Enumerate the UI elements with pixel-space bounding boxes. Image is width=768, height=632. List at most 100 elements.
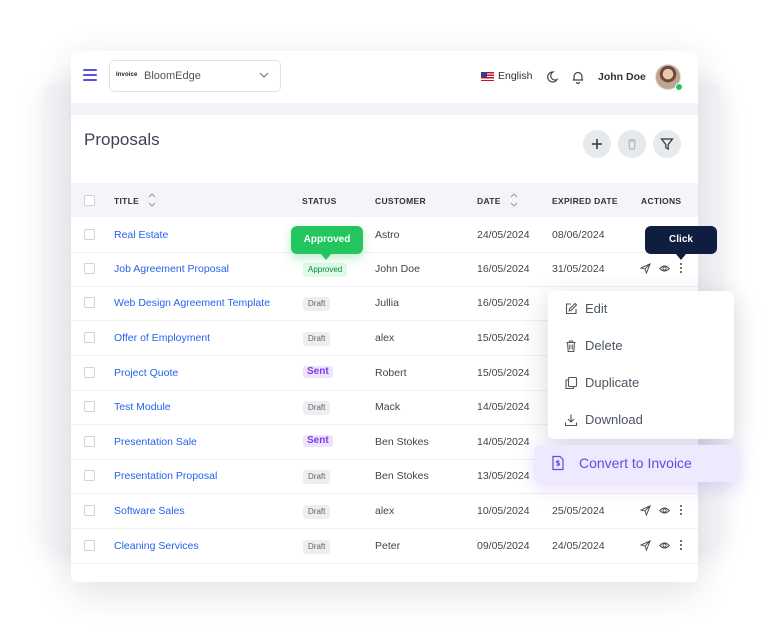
us-flag-icon bbox=[481, 72, 494, 81]
menu-item-duplicate[interactable]: Duplicate bbox=[548, 365, 734, 402]
eye-icon[interactable] bbox=[659, 263, 670, 274]
row-checkbox[interactable] bbox=[84, 470, 95, 481]
edit-icon bbox=[565, 302, 578, 315]
status-badge: Draft bbox=[303, 297, 331, 311]
date-cell: 16/05/2024 bbox=[477, 297, 530, 309]
filter-icon bbox=[660, 138, 674, 151]
customer-cell: Robert bbox=[375, 367, 407, 379]
dark-mode-moon-icon[interactable] bbox=[547, 70, 561, 84]
more-actions-icon[interactable] bbox=[679, 504, 683, 516]
customer-cell: Ben Stokes bbox=[375, 470, 429, 482]
status-badge: Approved bbox=[303, 263, 348, 277]
sort-icon[interactable] bbox=[148, 191, 156, 209]
org-logo: Invoice bbox=[116, 72, 138, 78]
more-actions-icon[interactable] bbox=[679, 539, 683, 551]
menu-item-edit[interactable]: Edit bbox=[548, 291, 734, 328]
menu-item-label: Delete bbox=[585, 338, 623, 353]
trash-icon bbox=[628, 138, 636, 150]
filter-button[interactable] bbox=[653, 130, 681, 158]
add-proposal-button[interactable] bbox=[583, 130, 611, 158]
bell-icon[interactable] bbox=[571, 70, 585, 84]
expired-date-cell: 31/05/2024 bbox=[552, 263, 605, 275]
status-badge: Draft bbox=[303, 505, 331, 519]
row-checkbox[interactable] bbox=[84, 505, 95, 516]
row-checkbox[interactable] bbox=[84, 297, 95, 308]
proposal-title-link[interactable]: Job Agreement Proposal bbox=[114, 263, 229, 275]
customer-cell: Mack bbox=[375, 401, 401, 413]
menu-item-label: Edit bbox=[585, 301, 608, 316]
row-actions-menu: Edit Delete Duplicate Download bbox=[548, 291, 734, 439]
row-checkbox[interactable] bbox=[84, 436, 95, 447]
organization-select[interactable]: Invoice BloomEdge bbox=[109, 60, 281, 92]
date-cell: 24/05/2024 bbox=[477, 229, 530, 241]
proposal-title-link[interactable]: Presentation Proposal bbox=[114, 470, 217, 482]
eye-icon[interactable] bbox=[659, 505, 670, 516]
expired-date-cell: 24/05/2024 bbox=[552, 540, 605, 552]
menu-item-download[interactable]: Download bbox=[548, 402, 734, 439]
send-icon[interactable] bbox=[640, 263, 651, 274]
trash-icon bbox=[566, 340, 576, 353]
column-header-actions: ACTIONS bbox=[641, 196, 682, 206]
column-header-title[interactable]: TITLE bbox=[114, 193, 156, 207]
customer-cell: John Doe bbox=[375, 263, 420, 275]
menu-item-delete[interactable]: Delete bbox=[548, 328, 734, 365]
customer-cell: Ben Stokes bbox=[375, 436, 429, 448]
row-checkbox[interactable] bbox=[84, 229, 95, 240]
date-cell: 16/05/2024 bbox=[477, 263, 530, 275]
send-icon[interactable] bbox=[640, 505, 651, 516]
row-checkbox[interactable] bbox=[84, 367, 95, 378]
table-row: Cleaning Services Draft Peter 09/05/2024… bbox=[71, 529, 698, 564]
proposal-title-link[interactable]: Project Quote bbox=[114, 367, 178, 379]
bulk-delete-button[interactable] bbox=[618, 130, 646, 158]
eye-icon[interactable] bbox=[659, 540, 670, 551]
proposal-title-link[interactable]: Software Sales bbox=[114, 505, 185, 517]
top-bar: Invoice BloomEdge English John Doe bbox=[71, 51, 698, 103]
row-checkbox[interactable] bbox=[84, 263, 95, 274]
column-header-expired-date: EXPIRED DATE bbox=[552, 196, 618, 206]
date-cell: 10/05/2024 bbox=[477, 505, 530, 517]
proposal-title-link[interactable]: Offer of Employment bbox=[114, 332, 210, 344]
duplicate-icon bbox=[565, 376, 578, 390]
proposal-title-link[interactable]: Web Design Agreement Template bbox=[114, 297, 270, 309]
customer-cell: Peter bbox=[375, 540, 401, 552]
column-title-label: TITLE bbox=[114, 196, 140, 206]
date-cell: 15/05/2024 bbox=[477, 367, 530, 379]
status-badge: Draft bbox=[303, 332, 331, 346]
customer-cell: alex bbox=[375, 332, 395, 344]
expired-date-cell: 08/06/2024 bbox=[552, 229, 605, 241]
customer-cell: Astro bbox=[375, 229, 400, 241]
expired-date-cell: 25/05/2024 bbox=[552, 505, 605, 517]
row-checkbox[interactable] bbox=[84, 540, 95, 551]
customer-cell: alex bbox=[375, 505, 395, 517]
row-checkbox[interactable] bbox=[84, 332, 95, 343]
header-divider-band bbox=[71, 103, 698, 115]
select-all-checkbox[interactable] bbox=[84, 195, 95, 206]
customer-cell: Jullia bbox=[375, 297, 399, 309]
proposal-title-link[interactable]: Cleaning Services bbox=[114, 540, 199, 552]
approved-tooltip: Approved bbox=[291, 226, 363, 260]
proposal-title-link[interactable]: Real Estate bbox=[114, 229, 168, 241]
column-header-date[interactable]: DATE bbox=[477, 193, 518, 207]
proposal-title-link[interactable]: Presentation Sale bbox=[114, 436, 197, 448]
proposal-title-link[interactable]: Test Module bbox=[114, 401, 171, 413]
sort-icon[interactable] bbox=[510, 191, 518, 209]
column-header-customer: CUSTOMER bbox=[375, 196, 426, 206]
convert-to-invoice-button[interactable]: Convert to Invoice bbox=[534, 445, 740, 482]
send-icon[interactable] bbox=[640, 540, 651, 551]
row-checkbox[interactable] bbox=[84, 401, 95, 412]
status-badge: Sent bbox=[303, 435, 333, 447]
date-cell: 09/05/2024 bbox=[477, 540, 530, 552]
table-row: Job Agreement Proposal Approved John Doe… bbox=[71, 252, 698, 287]
table-row: Software Sales Draft alex 10/05/2024 25/… bbox=[71, 494, 698, 529]
more-actions-icon[interactable] bbox=[679, 262, 683, 274]
online-status-dot bbox=[675, 83, 683, 91]
date-cell: 14/05/2024 bbox=[477, 401, 530, 413]
date-cell: 13/05/2024 bbox=[477, 470, 530, 482]
organization-name: BloomEdge bbox=[144, 70, 201, 82]
user-name[interactable]: John Doe bbox=[598, 71, 646, 83]
table-row: Real Estate Astro 24/05/2024 08/06/2024 bbox=[71, 218, 698, 253]
menu-item-label: Duplicate bbox=[585, 375, 640, 390]
menu-icon[interactable] bbox=[83, 69, 97, 81]
status-badge: Draft bbox=[303, 470, 331, 484]
date-cell: 14/05/2024 bbox=[477, 436, 530, 448]
